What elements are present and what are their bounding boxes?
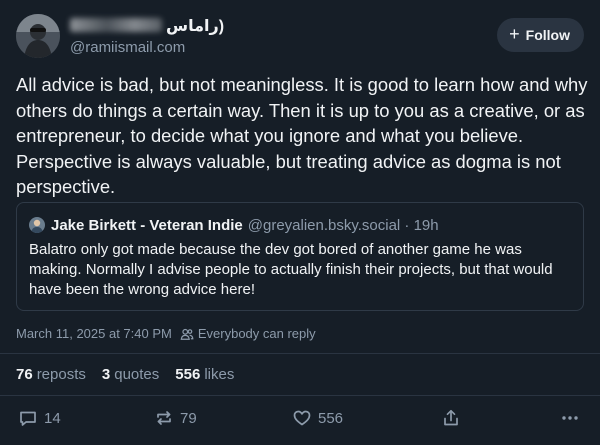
reposts-stat[interactable]: 76 reposts — [16, 366, 86, 383]
engagement-stats: 76 reposts 3 quotes 556 likes — [16, 366, 234, 383]
quoted-post-text: Balatro only got made because the dev go… — [29, 241, 553, 298]
more-options-button[interactable] — [560, 408, 580, 428]
likes-label: likes — [204, 366, 235, 383]
reply-setting[interactable]: Everybody can reply — [198, 326, 316, 341]
follow-button[interactable]: + Follow — [497, 18, 584, 52]
reposts-label: reposts — [36, 366, 86, 383]
quotes-stat[interactable]: 3 quotes — [102, 366, 159, 383]
reply-count: 14 — [44, 409, 61, 427]
quotes-count: 3 — [101, 366, 111, 383]
action-bar: 14 79 556 — [16, 408, 584, 430]
author-display-name-text: راماس) — [166, 18, 225, 35]
divider — [0, 353, 600, 354]
author-avatar[interactable] — [16, 14, 60, 58]
quotes-label: quotes — [114, 366, 160, 383]
repost-count: 79 — [180, 409, 197, 427]
quoted-author-name: Jake Birkett - Veteran Indie — [51, 216, 243, 234]
post-timestamp: March 11, 2025 at 7:40 PM — [16, 326, 172, 341]
plus-icon: + — [509, 24, 520, 44]
quoted-post-header: Jake Birkett - Veteran Indie @greyalien.… — [29, 215, 571, 235]
share-icon — [444, 409, 458, 426]
post-text: All advice is bad, but not meaningless. … — [16, 74, 588, 197]
author-display-name[interactable]: راماس) — [70, 16, 224, 36]
repost-button[interactable]: 79 — [154, 408, 197, 428]
repost-icon — [157, 411, 171, 425]
likes-stat[interactable]: 556 likes — [175, 366, 234, 383]
quoted-post[interactable]: Jake Birkett - Veteran Indie @greyalien.… — [16, 202, 584, 311]
redacted-name-blur — [70, 18, 162, 32]
follow-button-label: Follow — [525, 27, 570, 43]
divider — [0, 395, 600, 396]
post-meta: March 11, 2025 at 7:40 PM Everybody can … — [16, 326, 316, 341]
quoted-author-handle: @greyalien.bsky.social · 19h — [247, 216, 439, 234]
people-icon — [180, 327, 194, 341]
share-button[interactable] — [441, 408, 461, 428]
reply-icon — [20, 411, 36, 426]
like-count: 556 — [318, 409, 344, 427]
heart-icon — [293, 410, 311, 426]
reply-button[interactable]: 14 — [18, 408, 61, 428]
more-icon — [562, 416, 578, 420]
post-header: راماس) @ramiismail.com + Follow — [16, 14, 584, 58]
like-button[interactable]: 556 — [292, 408, 343, 428]
author-handle[interactable]: @ramiismail.com — [70, 39, 185, 56]
quoted-author-avatar — [29, 217, 45, 233]
likes-count: 556 — [175, 366, 201, 383]
reposts-count: 76 — [16, 366, 33, 383]
